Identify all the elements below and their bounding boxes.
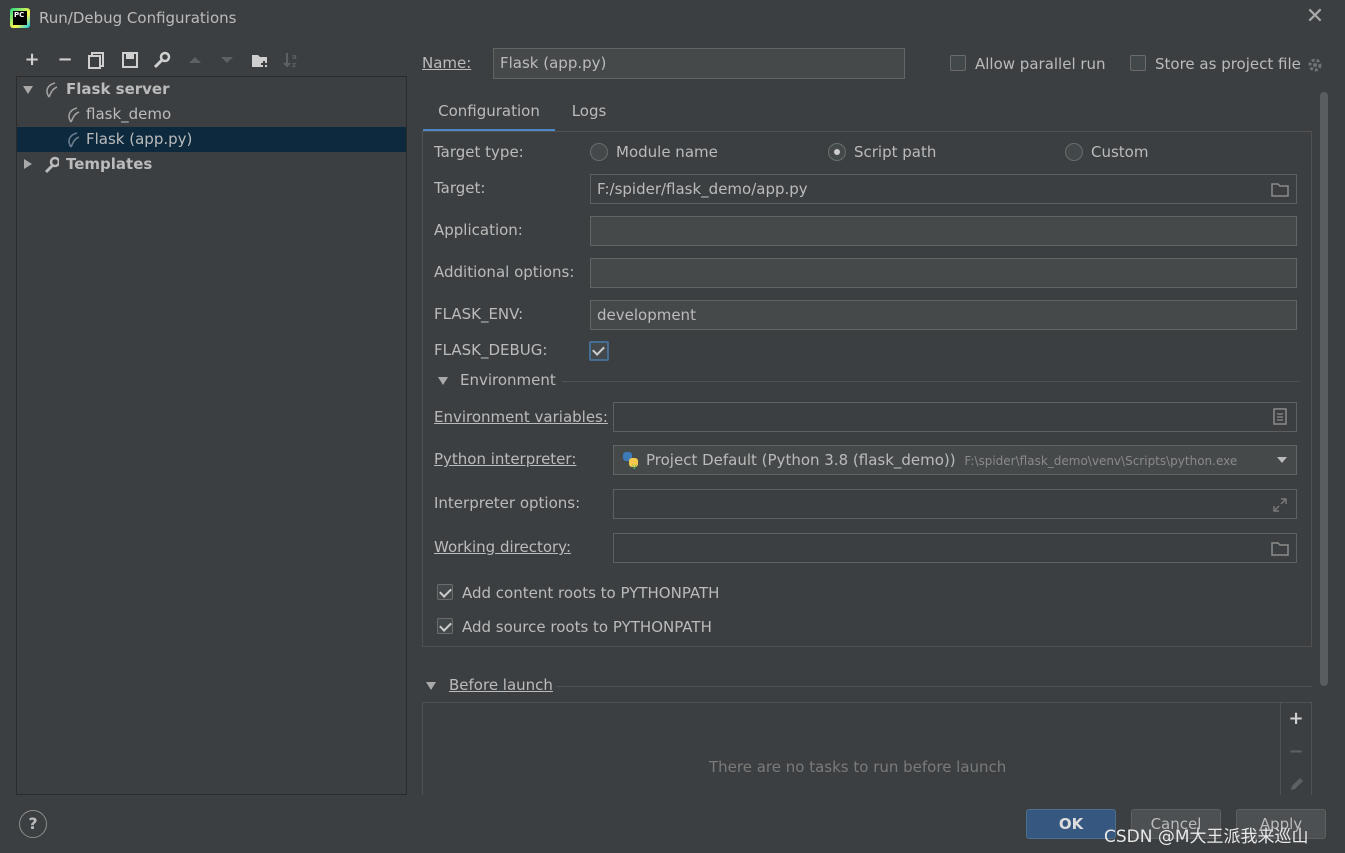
- flask-debug-checkbox[interactable]: [589, 341, 609, 361]
- title-bar: PC Run/Debug Configurations ✕: [0, 0, 1345, 36]
- flask-icon: [68, 132, 80, 148]
- content-roots-label: Add content roots to PYTHONPATH: [462, 584, 720, 602]
- application-input[interactable]: [590, 216, 1297, 246]
- add-task-icon[interactable]: +: [1286, 709, 1306, 729]
- radio-script-path-label: Script path: [854, 143, 937, 161]
- window-title: Run/Debug Configurations: [39, 9, 237, 27]
- svg-text:z: z: [292, 61, 296, 69]
- flask-env-label: FLASK_ENV:: [434, 305, 524, 323]
- allow-parallel-label: Allow parallel run: [975, 55, 1106, 73]
- svg-text:a: a: [292, 53, 297, 61]
- source-roots-label: Add source roots to PYTHONPATH: [462, 618, 712, 636]
- save-icon[interactable]: [120, 50, 140, 70]
- remove-task-icon[interactable]: −: [1286, 742, 1306, 762]
- application-label: Application:: [434, 221, 523, 239]
- flask-env-input[interactable]: development: [590, 300, 1297, 330]
- flask-icon: [46, 82, 58, 98]
- folder-icon[interactable]: [1271, 181, 1289, 197]
- name-input[interactable]: Flask (app.py): [493, 48, 905, 79]
- working-directory-input[interactable]: [613, 533, 1297, 563]
- chevron-down-icon[interactable]: [23, 86, 33, 94]
- tree-item-templates[interactable]: Templates: [17, 152, 406, 177]
- tree-item-label: Templates: [66, 155, 153, 173]
- flask-debug-label: FLASK_DEBUG:: [434, 341, 548, 359]
- interpreter-value: Project Default (Python 3.8 (flask_demo)…: [646, 451, 956, 469]
- arrow-down-icon[interactable]: [217, 50, 237, 70]
- working-directory-label: Working directory:: [434, 538, 572, 556]
- svg-text:v: v: [632, 462, 637, 470]
- interpreter-options-label: Interpreter options:: [434, 494, 581, 512]
- close-icon[interactable]: ✕: [1304, 6, 1326, 28]
- chevron-down-icon[interactable]: [426, 682, 436, 690]
- copy-icon[interactable]: [87, 50, 107, 70]
- content-roots-checkbox[interactable]: [437, 584, 453, 600]
- interpreter-options-input[interactable]: [613, 489, 1297, 519]
- name-label: Name:: [422, 54, 472, 72]
- target-label: Target:: [434, 179, 486, 197]
- chevron-down-icon[interactable]: [438, 377, 448, 385]
- before-launch-title[interactable]: Before launch: [449, 676, 553, 694]
- python-interpreter-label: Python interpreter:: [434, 450, 577, 468]
- target-type-label: Target type:: [434, 143, 524, 161]
- allow-parallel-checkbox[interactable]: [950, 55, 966, 71]
- section-divider: [556, 686, 1312, 687]
- edit-pencil-icon[interactable]: [1288, 775, 1306, 793]
- store-project-label: Store as project file: [1155, 55, 1301, 73]
- document-icon[interactable]: [1272, 408, 1288, 426]
- folder-icon[interactable]: [1271, 540, 1289, 556]
- tree-item-flask-server[interactable]: Flask server: [17, 77, 406, 102]
- tree-item-label: flask_demo: [86, 105, 172, 123]
- tab-logs[interactable]: Logs: [560, 96, 618, 132]
- radio-script-path[interactable]: [828, 143, 846, 161]
- radio-module-name[interactable]: [590, 143, 608, 161]
- tree-item-label: Flask server: [66, 80, 170, 98]
- help-button[interactable]: ?: [19, 810, 47, 838]
- flask-icon: [68, 107, 80, 123]
- interpreter-path: F:\spider\flask_demo\venv\Scripts\python…: [964, 454, 1238, 468]
- before-launch-task-list: [422, 702, 1312, 795]
- source-roots-checkbox[interactable]: [437, 618, 453, 634]
- wrench-icon: [44, 156, 59, 174]
- tree-item-flask-demo[interactable]: flask_demo: [17, 102, 406, 127]
- expand-icon[interactable]: [1272, 497, 1288, 513]
- chevron-right-icon[interactable]: [24, 159, 32, 169]
- watermark: CSDN @M大王派我来巡山: [1104, 827, 1309, 847]
- plus-icon[interactable]: +: [22, 50, 42, 70]
- env-vars-label: Environment variables:: [434, 408, 608, 426]
- sort-az-icon[interactable]: az: [282, 50, 302, 70]
- additional-options-input[interactable]: [590, 258, 1297, 288]
- before-launch-empty-text: There are no tasks to run before launch: [709, 758, 1007, 776]
- minus-icon[interactable]: −: [55, 50, 75, 70]
- pycharm-logo-icon: PC: [10, 8, 30, 28]
- arrow-up-icon[interactable]: [185, 50, 205, 70]
- divider: [1280, 703, 1281, 795]
- section-divider: [562, 381, 1300, 382]
- additional-options-label: Additional options:: [434, 263, 575, 281]
- python-icon: v: [623, 452, 638, 470]
- ok-button[interactable]: OK: [1026, 809, 1116, 839]
- chevron-down-icon[interactable]: [1276, 455, 1288, 465]
- radio-custom[interactable]: [1065, 143, 1083, 161]
- configuration-tree: Flask server flask_demo Flask (app.py) T…: [16, 76, 407, 795]
- vertical-scrollbar[interactable]: [1320, 92, 1328, 686]
- configuration-panel: [422, 131, 1312, 647]
- wrench-icon[interactable]: [152, 50, 172, 70]
- environment-section-title[interactable]: Environment: [460, 371, 556, 389]
- radio-custom-label: Custom: [1091, 143, 1149, 161]
- radio-module-name-label: Module name: [616, 143, 718, 161]
- tree-item-label: Flask (app.py): [86, 130, 193, 148]
- tab-configuration[interactable]: Configuration: [423, 96, 555, 132]
- new-folder-icon[interactable]: [250, 50, 270, 70]
- gear-icon[interactable]: [1306, 56, 1324, 74]
- tree-item-flask-app[interactable]: Flask (app.py): [17, 127, 406, 152]
- target-input[interactable]: F:/spider/flask_demo/app.py: [590, 174, 1297, 204]
- env-vars-input[interactable]: [613, 402, 1297, 432]
- python-interpreter-select[interactable]: Project Default (Python 3.8 (flask_demo)…: [613, 445, 1297, 475]
- store-project-checkbox[interactable]: [1130, 55, 1146, 71]
